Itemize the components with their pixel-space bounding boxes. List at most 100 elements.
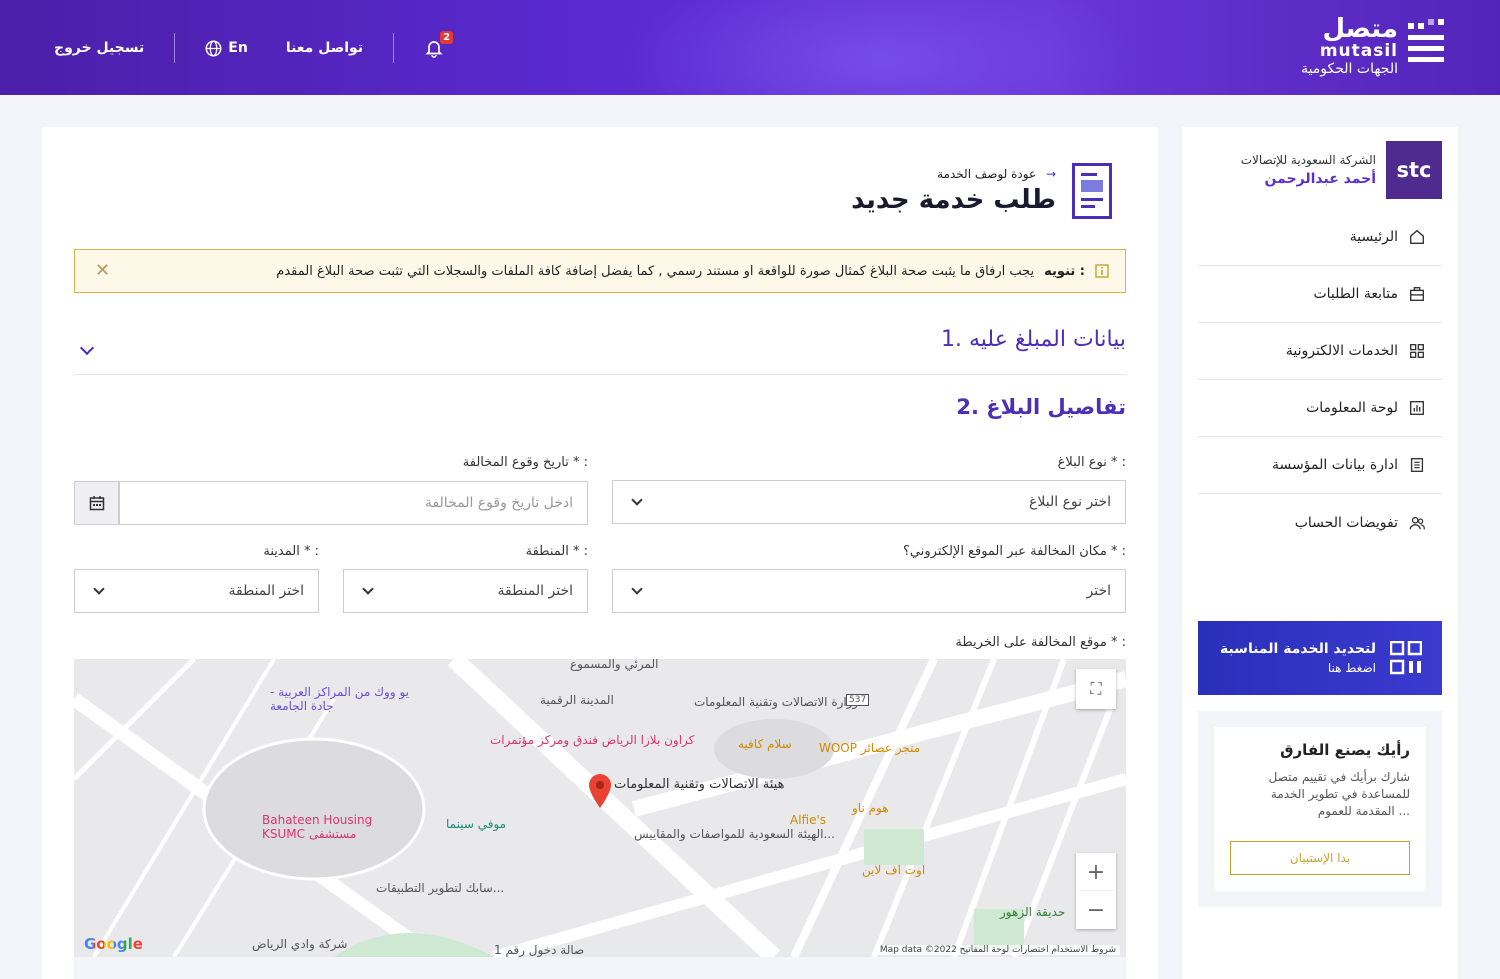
report-type-value: اختر نوع البلاغ — [1029, 494, 1111, 510]
sidebar-item-label: الرئيسية — [1349, 229, 1398, 245]
language-toggle[interactable]: En — [205, 40, 248, 57]
map-label-zuhur-park: حديقة الزهور — [1000, 905, 1066, 919]
chart-icon — [1410, 401, 1424, 415]
service-finder-banner[interactable]: لتحديد الخدمة المناسبة اضغط هنا — [1198, 621, 1442, 695]
map-label-digital-city: المدينة الرقمية — [540, 693, 614, 707]
chevron-down-icon — [93, 583, 105, 595]
location-map[interactable]: هيئة الاتصالات وتقنية المعلومات وزارة ال… — [74, 659, 1126, 957]
top-header: متصل mutasil الجهات الحكومية تسجيل خروج … — [0, 0, 1500, 95]
map-label-audio-visual: المرئي والمسموع — [570, 659, 659, 671]
sidebar-item-label: لوحة المعلومات — [1306, 400, 1398, 416]
region-value: اختر المنطقة — [497, 583, 574, 599]
sidebar-item-label: الخدمات الالكترونية — [1285, 343, 1398, 359]
map-attribution: Map data ©2022 شروط الاستخدام اختصارات ل… — [875, 945, 1120, 955]
chevron-down-icon[interactable] — [79, 340, 95, 356]
back-link-label: عودة لوصف الخدمة — [937, 167, 1037, 181]
map-label-tuwaiq: سابك لتطوير التطبيقات... — [376, 881, 505, 895]
document-icon — [1072, 163, 1112, 219]
map-label-home-now: هوم ناو — [852, 801, 889, 815]
date-input[interactable]: ادخل تاريخ وقوع المخالفة — [119, 481, 588, 525]
map-label-citc: هيئة الاتصالات وتقنية المعلومات — [614, 777, 785, 792]
city-label: المدينة * : — [263, 544, 319, 559]
zoom-in-button[interactable]: + — [1076, 853, 1116, 891]
report-type-label: نوع البلاغ * : — [1057, 455, 1126, 470]
feedback-card: رأيك يصنع الفارق شارك برأيك في تقييم متص… — [1198, 711, 1442, 907]
start-survey-button[interactable]: بدا الإستبيان — [1230, 841, 1410, 875]
company-name: الشركة السعودية للإتصالات — [1240, 153, 1376, 167]
google-logo-text: Google — [84, 935, 143, 953]
region-label: المنطقة * : — [525, 544, 588, 559]
language-label: En — [228, 40, 248, 56]
contact-label: تواصل معنا — [285, 40, 364, 56]
date-placeholder: ادخل تاريخ وقوع المخالفة — [424, 495, 573, 511]
date-label: تاريخ وقوع المخالفة * : — [462, 455, 588, 470]
globe-icon — [205, 40, 222, 56]
section-respondent-accordion[interactable]: 1. بيانات المبلغ عليه — [74, 323, 1126, 375]
logout-button[interactable]: تسجيل خروج — [54, 40, 144, 56]
sidebar-item-label: متابعة الطلبات — [1313, 286, 1398, 302]
map-road-shield: 537 — [846, 694, 870, 706]
map-label-woop: WOOP متجر عصائر — [819, 741, 921, 755]
sidebar-item-track-requests[interactable]: متابعة الطلبات — [1198, 266, 1442, 323]
sidebar: الشركة السعودية للإتصالات أحمد عبدالرحمن… — [1182, 127, 1458, 979]
calendar-icon — [89, 496, 104, 511]
map-label-salam-cafe: سلام كافيه — [738, 737, 792, 751]
fullscreen-button[interactable]: ⛶ — [1076, 669, 1116, 709]
contact-link[interactable]: تواصل معنا — [286, 40, 363, 56]
company-logo: stc — [1386, 141, 1442, 199]
qr-code-icon — [1390, 641, 1422, 675]
header-divider — [393, 33, 395, 63]
map-label-entrance-hall: صالة دخول رقم 1 — [494, 943, 585, 957]
sidebar-item-account-delegations[interactable]: تفويضات الحساب — [1198, 494, 1442, 551]
map-label-bahateen: Bahateen Housing KSUMC مستشفى — [262, 813, 373, 841]
logo-mark-icon — [1408, 19, 1448, 62]
feedback-text: شارك برأيك في تقييم متصل للمساعدة في تطو… — [1268, 770, 1410, 818]
arrow-right-icon: → — [1045, 167, 1056, 181]
bell-icon: 2 — [424, 31, 454, 58]
notification-badge: 2 — [440, 31, 454, 44]
map-label: موقع المخالفة على الخريطة * : — [955, 635, 1126, 650]
notifications-button[interactable]: 2 — [424, 31, 454, 58]
user-profile[interactable]: الشركة السعودية للإتصالات أحمد عبدالرحمن… — [1241, 141, 1442, 199]
briefcase-icon — [1410, 287, 1424, 301]
back-link[interactable]: عودة لوصف الخدمة → — [851, 167, 1056, 181]
app-logo[interactable]: متصل mutasil الجهات الحكومية — [1301, 14, 1448, 80]
promo-subtitle: اضغط هنا — [1327, 661, 1376, 675]
home-icon — [1410, 229, 1424, 244]
map-label-alfies: Alfie's — [790, 813, 827, 827]
logo-english: mutasil — [1319, 41, 1398, 61]
city-select[interactable]: اختر المنطقة — [74, 569, 319, 613]
map-footer-strip — [74, 957, 1126, 979]
map-label-out-of-lane: اوت اف لاين — [862, 863, 926, 877]
map-label-movie-cinema: موفي سينما — [446, 817, 507, 831]
building-icon — [1410, 458, 1424, 472]
main-content: عودة لوصف الخدمة → طلب خدمة جديد ✕ يجب ا… — [42, 127, 1158, 979]
chevron-down-icon — [362, 583, 374, 595]
page-header: عودة لوصف الخدمة → طلب خدمة جديد — [851, 163, 1112, 219]
sidebar-item-dashboard[interactable]: لوحة المعلومات — [1198, 380, 1442, 437]
sidebar-item-home[interactable]: الرئيسية — [1198, 209, 1442, 266]
logo-text: متصل mutasil الجهات الحكومية — [1301, 16, 1398, 78]
region-select[interactable]: اختر المنطقة — [343, 569, 588, 613]
report-type-select[interactable]: اختر نوع البلاغ — [612, 480, 1126, 524]
user-name: أحمد عبدالرحمن — [1264, 171, 1376, 187]
sidebar-nav: الرئيسية متابعة الطلبات الخدمات الالكترو… — [1198, 209, 1442, 551]
sidebar-item-e-services[interactable]: الخدمات الالكترونية — [1198, 323, 1442, 380]
info-icon — [1095, 264, 1109, 278]
zoom-out-button[interactable]: − — [1076, 891, 1116, 929]
notice-alert: ✕ يجب ارفاق ما يثبت صحة البلاغ كمثال صور… — [74, 249, 1126, 293]
map-label-saso: الهيئة السعودية للمواصفات والمقاييس... — [634, 827, 835, 841]
map-label-mcit: وزارة الاتصالات وتقنية المعلومات — [694, 695, 859, 709]
sidebar-item-org-data[interactable]: ادارة بيانات المؤسسة — [1198, 437, 1442, 494]
sidebar-item-label: ادارة بيانات المؤسسة — [1272, 457, 1398, 473]
chevron-down-icon — [631, 583, 643, 595]
calendar-button[interactable] — [74, 481, 119, 525]
map-label-wework: يو ووك من المراكز العربية - جادة الجامعة — [270, 685, 409, 713]
promo-title: لتحديد الخدمة المناسبة — [1219, 641, 1376, 657]
page-title: طلب خدمة جديد — [851, 185, 1056, 215]
feedback-title: رأيك يصنع الفارق — [1280, 741, 1410, 759]
online-location-select[interactable]: اختر — [612, 569, 1126, 613]
header-glow — [620, 0, 1140, 95]
google-logo: Google — [84, 935, 143, 953]
close-icon[interactable]: ✕ — [95, 260, 110, 281]
